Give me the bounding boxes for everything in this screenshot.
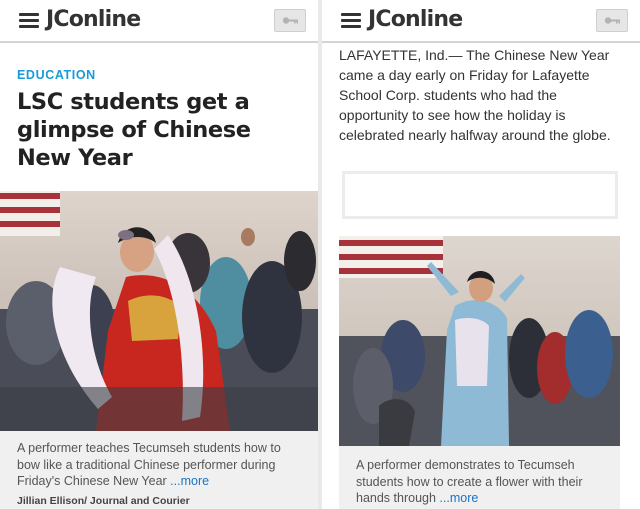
site-logo[interactable]: JConline (46, 7, 141, 32)
more-link[interactable]: ...more (439, 491, 478, 505)
ad-placeholder[interactable] (342, 171, 618, 219)
right-screen: JConline LAFAYETTE, Ind.— The Chinese Ne… (322, 0, 640, 509)
photo-caption: A performer teaches Tecumseh students ho… (17, 440, 307, 490)
header: JConline (322, 0, 640, 43)
site-logo[interactable]: JConline (368, 7, 463, 32)
key-icon (604, 17, 620, 24)
login-button[interactable] (596, 9, 628, 32)
article-headline: LSC students get a glimpse of Chinese Ne… (17, 89, 251, 171)
key-icon (282, 17, 298, 24)
article-photo[interactable] (339, 236, 620, 446)
left-screen: JConline EDUCATION LSC students get a gl… (0, 0, 318, 509)
menu-icon[interactable] (341, 13, 361, 29)
menu-icon[interactable] (19, 13, 39, 29)
header: JConline (0, 0, 318, 43)
caption-text: A performer teaches Tecumseh students ho… (17, 441, 281, 488)
photo-caption: A performer demonstrates to Tecumseh stu… (356, 457, 606, 507)
more-link[interactable]: ...more (170, 474, 209, 488)
login-button[interactable] (274, 9, 306, 32)
article-photo[interactable] (0, 191, 318, 431)
section-label[interactable]: EDUCATION (17, 68, 96, 82)
photo-credit: Jillian Ellison/ Journal and Courier (17, 495, 190, 507)
article-body: LAFAYETTE, Ind.— The Chinese New Year ca… (339, 47, 611, 143)
